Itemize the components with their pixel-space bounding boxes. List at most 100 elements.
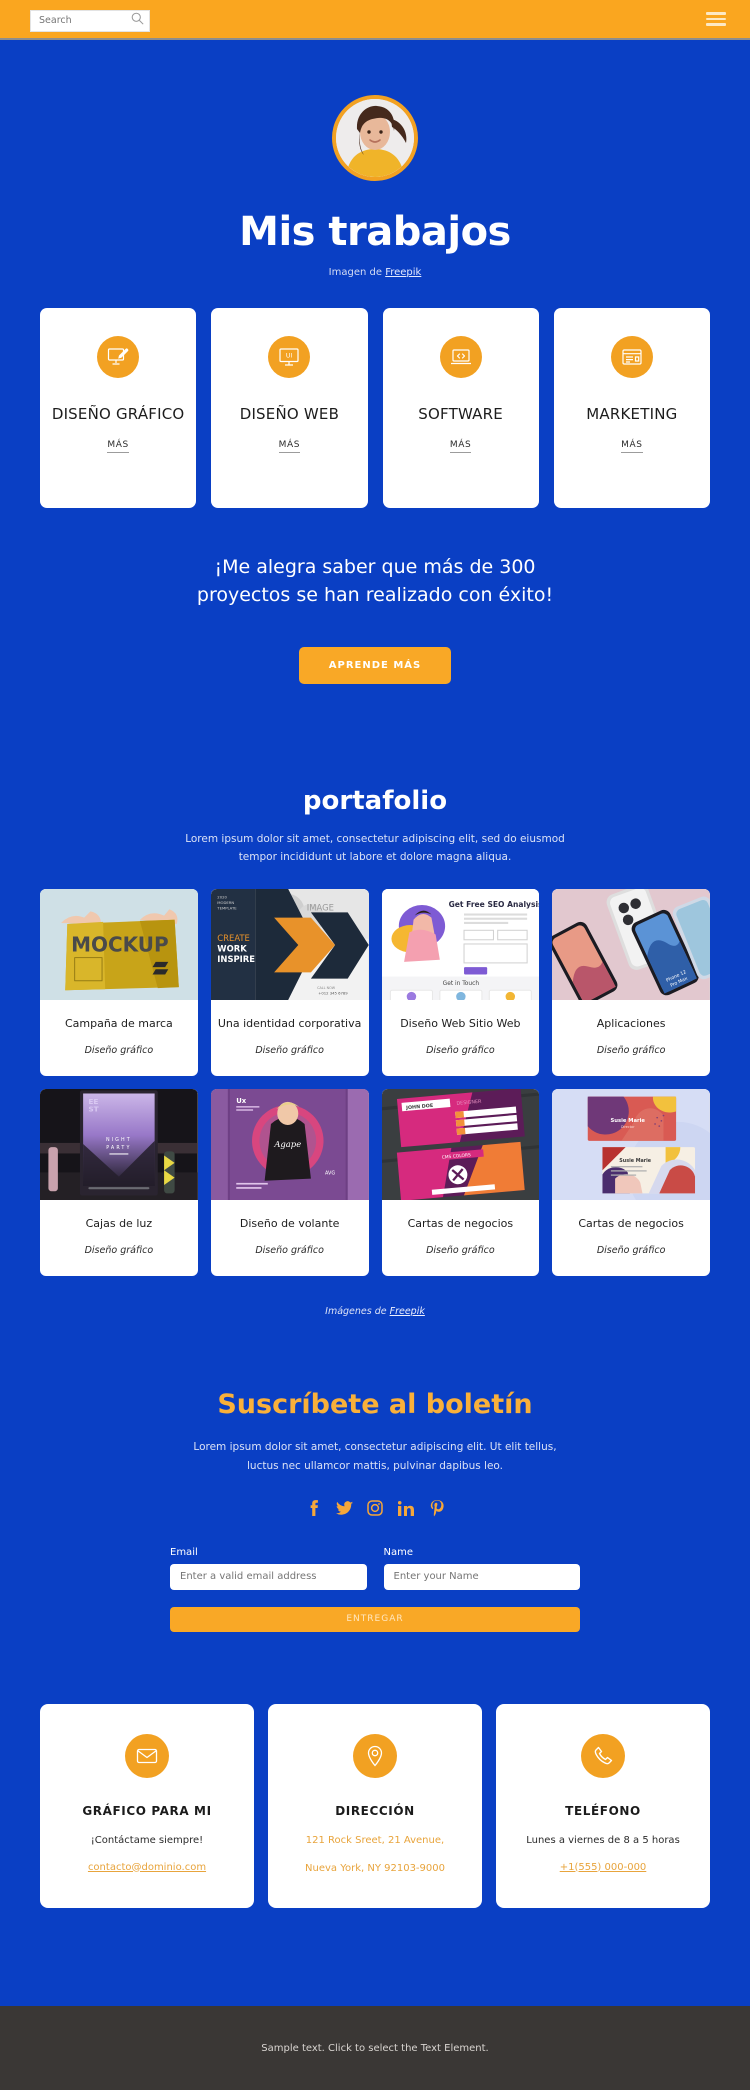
service-title: SOFTWARE [418,405,503,423]
learn-more-button[interactable]: APRENDE MÁS [298,647,452,685]
contact-title: TELÉFONO [565,1803,641,1818]
newsletter-subtitle: Lorem ipsum dolor sit amet, consectetur … [193,1440,557,1472]
seo-landing-page-thumbnail: Get Free SEO Analysis Get in Touch [381,888,540,1000]
portfolio-card-body: Aplicaciones Diseño gráfico [552,1000,710,1076]
portfolio-card[interactable]: MOCKUP Campaña de marca Diseño gráfico [40,888,198,1076]
footer-text[interactable]: Sample text. Click to select the Text El… [261,2043,488,2054]
search-box[interactable] [30,8,150,32]
service-more-link[interactable]: MÁS [107,440,129,454]
portfolio-item-category: Diseño gráfico [84,1044,154,1056]
portfolio-card[interactable]: EE ST NIGHT PARTY Cajas de luz Diseño gr… [40,1088,198,1276]
name-input[interactable] [383,1563,580,1590]
portfolio-item-name: Campaña de marca [64,1016,173,1030]
email-field-group: Email [170,1547,367,1590]
portfolio-card-body: Una identidad corporativa Diseño gráfico [211,1000,369,1076]
svg-text:UI: UI [286,352,293,359]
portfolio-card[interactable]: JOHN DOE DESIGNER CMS COLORS Cartas de n… [381,1088,540,1276]
portfolio-item-name: Cajas de luz [85,1216,153,1230]
hamburger-bar [706,12,726,15]
portfolio-card[interactable]: Phone 12 Pro Max Aplicaciones Diseño grá… [552,888,710,1076]
svg-text:Director: Director [621,1125,635,1129]
portfolio-images-credit: Imágenes de Freepik [0,1306,750,1317]
portfolio-card[interactable]: Susie Marie Director Susie Marie Cartas … [552,1088,710,1276]
svg-text:+012 345 6789: +012 345 6789 [318,990,348,995]
services-grid: DISEÑO GRÁFICO MÁS UI DISEÑO WEB MÁS SOF… [0,308,750,508]
portfolio-item-category: Diseño gráfico [84,1244,154,1256]
portfolio-card[interactable]: Agape Ux AVG Diseño de volante Diseño gr… [210,1088,369,1276]
service-title: DISEÑO GRÁFICO [51,405,185,423]
portfolio-card[interactable]: Get Free SEO Analysis Get in Touch Diseñ… [381,888,540,1076]
portfolio-item-category: Diseño gráfico [596,1244,666,1256]
svg-text:ST: ST [88,1104,98,1113]
svg-text:Susie Marie: Susie Marie [620,1158,652,1164]
search-input[interactable] [30,9,150,32]
credit-prefix: Imágenes de [325,1305,390,1317]
svg-text:NIGHT: NIGHT [106,1137,132,1143]
svg-text:INSPIRE: INSPIRE [217,954,255,964]
contact-cards: GRÁFICO PARA MI ¡Contáctame siempre! con… [0,1703,750,1908]
svg-text:CREATE: CREATE [217,933,250,943]
credit-link[interactable]: Freepik [390,1306,425,1317]
svg-text:PARTY: PARTY [106,1145,131,1151]
corporate-brochure-thumbnail: IMAGE 2020 MODERN TEMPLATE CREATE WORK I… [210,888,369,1000]
hamburger-menu-icon[interactable] [706,12,726,26]
linkedin-icon[interactable] [398,1500,415,1517]
twitter-icon[interactable] [335,1500,353,1517]
facebook-icon[interactable] [305,1500,322,1517]
service-title: DISEÑO WEB [239,405,340,423]
phone-mockups-thumbnail: Phone 12 Pro Max [552,888,710,1000]
location-pin-icon [353,1733,397,1778]
name-label: Name [383,1546,414,1558]
portfolio-item-category: Diseño gráfico [255,1044,324,1056]
credit-prefix: Imagen de [328,267,386,278]
service-card-marketing[interactable]: MARKETING MÁS [553,308,710,508]
svg-text:MOCKUP: MOCKUP [71,932,168,956]
service-more-link[interactable]: MÁS [449,440,472,454]
service-title: MARKETING [586,405,678,423]
svg-text:Agape: Agape [273,1139,301,1149]
svg-text:WORK: WORK [217,943,247,953]
contact-card-email: GRÁFICO PARA MI ¡Contáctame siempre! con… [40,1703,254,1908]
service-more-link[interactable]: MÁS [621,440,643,454]
portfolio-item-name: Diseño Web Sitio Web [400,1016,521,1030]
envelope-icon [125,1733,169,1778]
graphic-design-icon [97,336,140,378]
service-more-link[interactable]: MÁS [278,440,301,454]
avatar [332,95,418,181]
submit-button[interactable]: ENTREGAR [170,1606,580,1632]
portfolio-card[interactable]: IMAGE 2020 MODERN TEMPLATE CREATE WORK I… [210,888,369,1076]
contact-line: Lunes a viernes de 8 a 5 horas [526,1834,680,1846]
name-field-group: Name [383,1546,580,1590]
email-input[interactable] [170,1563,367,1590]
contact-title: DIRECCIÓN [335,1803,415,1818]
browser-window-icon [610,336,653,378]
portfolio-grid: MOCKUP Campaña de marca Diseño gráfico I… [0,888,750,1276]
portfolio-item-name: Una identidad corporativa [217,1016,362,1030]
pinterest-icon[interactable] [429,1499,446,1517]
pastel-business-cards-thumbnail: Susie Marie Director Susie Marie [552,1088,710,1200]
portfolio-item-name: Cartas de negocios [578,1216,684,1230]
service-card-diseno-web[interactable]: UI DISEÑO WEB MÁS [211,308,368,508]
night-party-lightbox-thumbnail: EE ST NIGHT PARTY [40,1088,198,1200]
service-card-software[interactable]: SOFTWARE MÁS [382,308,539,508]
contact-email-link[interactable]: contacto@dominio.com [88,1862,206,1873]
contact-card-address: DIRECCIÓN 121 Rock Sreet, 21 Avenue, Nue… [268,1703,482,1908]
hero-section: Mis trabajos Imagen de Freepik [0,40,750,278]
svg-text:TEMPLATE: TEMPLATE [216,905,237,910]
instagram-icon[interactable] [367,1500,384,1517]
service-card-diseno-grafico[interactable]: DISEÑO GRÁFICO MÁS [40,308,197,508]
social-links [0,1499,750,1517]
credit-link[interactable]: Freepik [385,267,421,278]
portfolio-item-name: Cartas de negocios [407,1216,514,1230]
portfolio-item-category: Diseño gráfico [596,1044,666,1056]
portfolio-card-body: Diseño de volante Diseño gráfico [211,1200,369,1276]
svg-text:Get in Touch: Get in Touch [442,981,479,987]
svg-text:MODERN: MODERN [217,900,234,905]
portfolio-card-body: Cartas de negocios Diseño gráfico [552,1200,710,1276]
cta-section: ¡Me alegra saber que más de 300 proyecto… [0,554,750,685]
footer: Sample text. Click to select the Text El… [0,2006,750,2090]
portfolio-card-body: Cajas de luz Diseño gráfico [40,1200,198,1276]
svg-text:IMAGE: IMAGE [307,902,334,912]
contact-phone-link[interactable]: +1(555) 000-000 [560,1862,647,1873]
phone-icon [581,1733,625,1778]
